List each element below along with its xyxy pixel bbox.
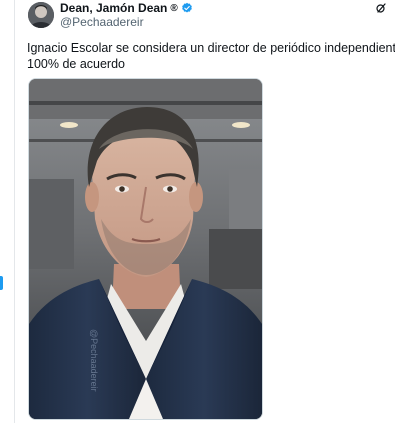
author-name-row[interactable]: Dean, Jamón Dean ® [60,1,193,15]
author-display-name[interactable]: Dean, Jamón Dean [60,1,167,15]
tweet-photo[interactable]: @Pechaadereir [28,78,263,420]
registered-mark: ® [170,2,178,14]
portrait-photo: @Pechaadereir [29,79,262,419]
photo-watermark: @Pechaadereir [89,329,99,392]
scroll-marker [0,276,3,290]
user-avatar-icon [28,2,54,28]
verified-badge-icon [181,2,192,13]
tweet-text-line: 100% de acuerdo [27,57,125,71]
author-handle[interactable]: @Pechaadereir [60,15,144,29]
grok-icon[interactable] [375,2,387,14]
tweet-text-line: Ignacio Escolar se considera un director… [27,41,395,55]
tweet[interactable]: Dean, Jamón Dean ® @Pechaadereir Ignacio… [15,0,395,423]
tweet-text: Ignacio Escolar se considera un director… [27,40,395,72]
avatar[interactable] [28,2,54,28]
